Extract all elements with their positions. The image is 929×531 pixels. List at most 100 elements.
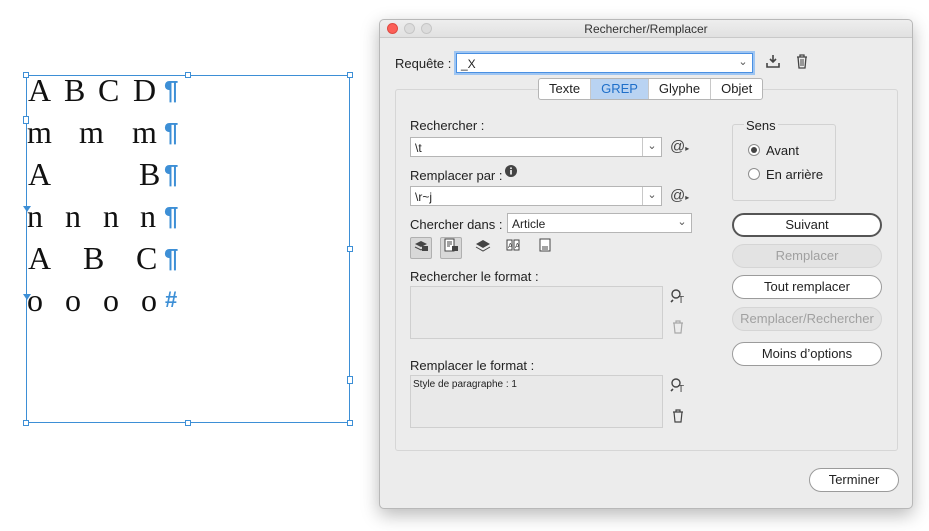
info-icon[interactable] [504,165,518,179]
end-of-story-mark: # [165,287,178,312]
svg-text:A: A [515,243,520,250]
direction-label: Sens [744,118,778,133]
text-line: A B C ¶ [27,240,187,280]
replace-format-label: Remplacer le format : [410,358,535,373]
svg-text:T: T [678,384,684,393]
frame-handle-br[interactable] [347,420,353,426]
include-master-pages-icon[interactable]: AA [502,237,524,259]
find-format-icon: T [670,378,684,395]
replace-button[interactable]: Remplacer [732,244,882,268]
pilcrow-mark: ¶ [164,159,179,189]
replace-find-button[interactable]: Remplacer/Rechercher [732,307,882,331]
save-query-button[interactable] [764,53,782,71]
glyph: C [98,72,120,108]
glyph: o [65,282,81,318]
find-format-box[interactable] [410,286,663,339]
search-in-label: Chercher dans : [410,217,503,232]
frame-out-port[interactable] [347,376,353,384]
done-button[interactable]: Terminer [809,468,899,492]
tab-glyph[interactable]: Glyphe [649,79,712,99]
find-change-dialog: Rechercher/Remplacer Requête : _X ⌄ Text… [379,19,913,509]
trash-icon [673,320,683,334]
search-field[interactable]: \t ⌄ [410,137,662,157]
include-locked-layers-icon[interactable] [410,237,432,259]
at-sign-icon: @ [670,187,686,204]
glyph: n [140,198,156,234]
glyph: m [79,114,104,150]
glyph: B [83,240,105,276]
next-button[interactable]: Suivant [732,213,882,237]
query-select[interactable]: _X ⌄ [456,53,753,73]
delete-query-button[interactable] [793,53,811,71]
replace-field[interactable]: \r~j ⌄ [410,186,662,206]
dialog-title: Rechercher/Remplacer [584,22,708,36]
frame-handle-mr[interactable] [347,246,353,252]
glyph: A [28,156,52,192]
direction-backward-label[interactable]: En arrière [766,167,823,182]
chevron-down-icon: ⌄ [677,216,687,228]
replace-value: \r~j [415,190,433,204]
replace-format-box[interactable]: Style de paragraphe : 1 [410,375,663,428]
chevron-down-icon[interactable]: ⌄ [642,138,661,156]
glyph: D [133,72,157,108]
tab-object[interactable]: Objet [711,79,762,99]
glyph: A [28,72,52,108]
search-special-chars-button[interactable]: @▸ [670,138,689,156]
text-line: A B C D ¶ [27,72,187,112]
pilcrow-mark: ¶ [164,75,179,105]
download-icon [766,55,780,68]
at-sign-icon: @ [670,138,686,155]
fewer-options-button[interactable]: Moins d’options [732,342,882,366]
replace-format-settings-button[interactable]: T [669,377,687,395]
svg-text:A: A [508,243,513,250]
direction-forward-label[interactable]: Avant [766,143,799,158]
direction-group [732,124,836,201]
search-value: \t [415,141,422,155]
query-value: _X [461,57,476,71]
replace-format-value: Style de paragraphe : 1 [413,379,517,390]
clear-replace-format-button[interactable] [669,409,687,427]
trash-icon [673,409,683,423]
replace-special-chars-button[interactable]: @▸ [670,187,689,205]
glyph: C [136,240,158,276]
clear-find-format-button[interactable] [669,320,687,338]
frame-handle-bm[interactable] [185,420,191,426]
find-format-icon: T [670,289,684,306]
title-bar[interactable]: Rechercher/Remplacer [380,20,912,38]
replace-label: Remplacer par : [410,168,503,183]
tab-text[interactable]: Texte [539,79,592,99]
text-line: n n n n ¶ [27,198,187,238]
text-frame[interactable]: A B C D ¶ m m m ¶ A B ¶ n n n n ¶ A B C … [23,72,353,426]
text-line: o o o o # [27,282,187,322]
glyph: n [103,198,119,234]
glyph: m [132,114,157,150]
glyph: A [28,240,52,276]
glyph: o [27,282,43,318]
glyph: n [65,198,81,234]
pilcrow-mark: ¶ [164,243,179,273]
find-format-label: Rechercher le format : [410,269,539,284]
glyph: B [64,72,86,108]
chevron-down-icon[interactable]: ⌄ [642,187,661,205]
search-in-select[interactable]: Article ⌄ [507,213,692,233]
frame-handle-tr[interactable] [347,72,353,78]
text-line: A B ¶ [27,156,187,196]
include-locked-stories-icon[interactable] [440,237,462,259]
svg-text:T: T [678,295,684,304]
glyph: m [27,114,52,150]
include-footnotes-icon[interactable] [534,237,556,259]
search-label: Rechercher : [410,118,485,133]
include-hidden-layers-icon[interactable] [472,237,494,259]
glyph: o [103,282,119,318]
frame-handle-bl[interactable] [23,420,29,426]
find-format-settings-button[interactable]: T [669,288,687,306]
chevron-down-icon: ⌄ [738,56,748,68]
direction-backward-radio[interactable] [748,168,760,180]
tab-grep[interactable]: GREP [591,79,649,99]
query-label: Requête : [395,56,452,71]
glyph: n [27,198,43,234]
glyph: o [141,282,157,318]
pilcrow-mark: ¶ [164,117,179,147]
replace-all-button[interactable]: Tout remplacer [732,275,882,299]
direction-forward-radio[interactable] [748,144,760,156]
